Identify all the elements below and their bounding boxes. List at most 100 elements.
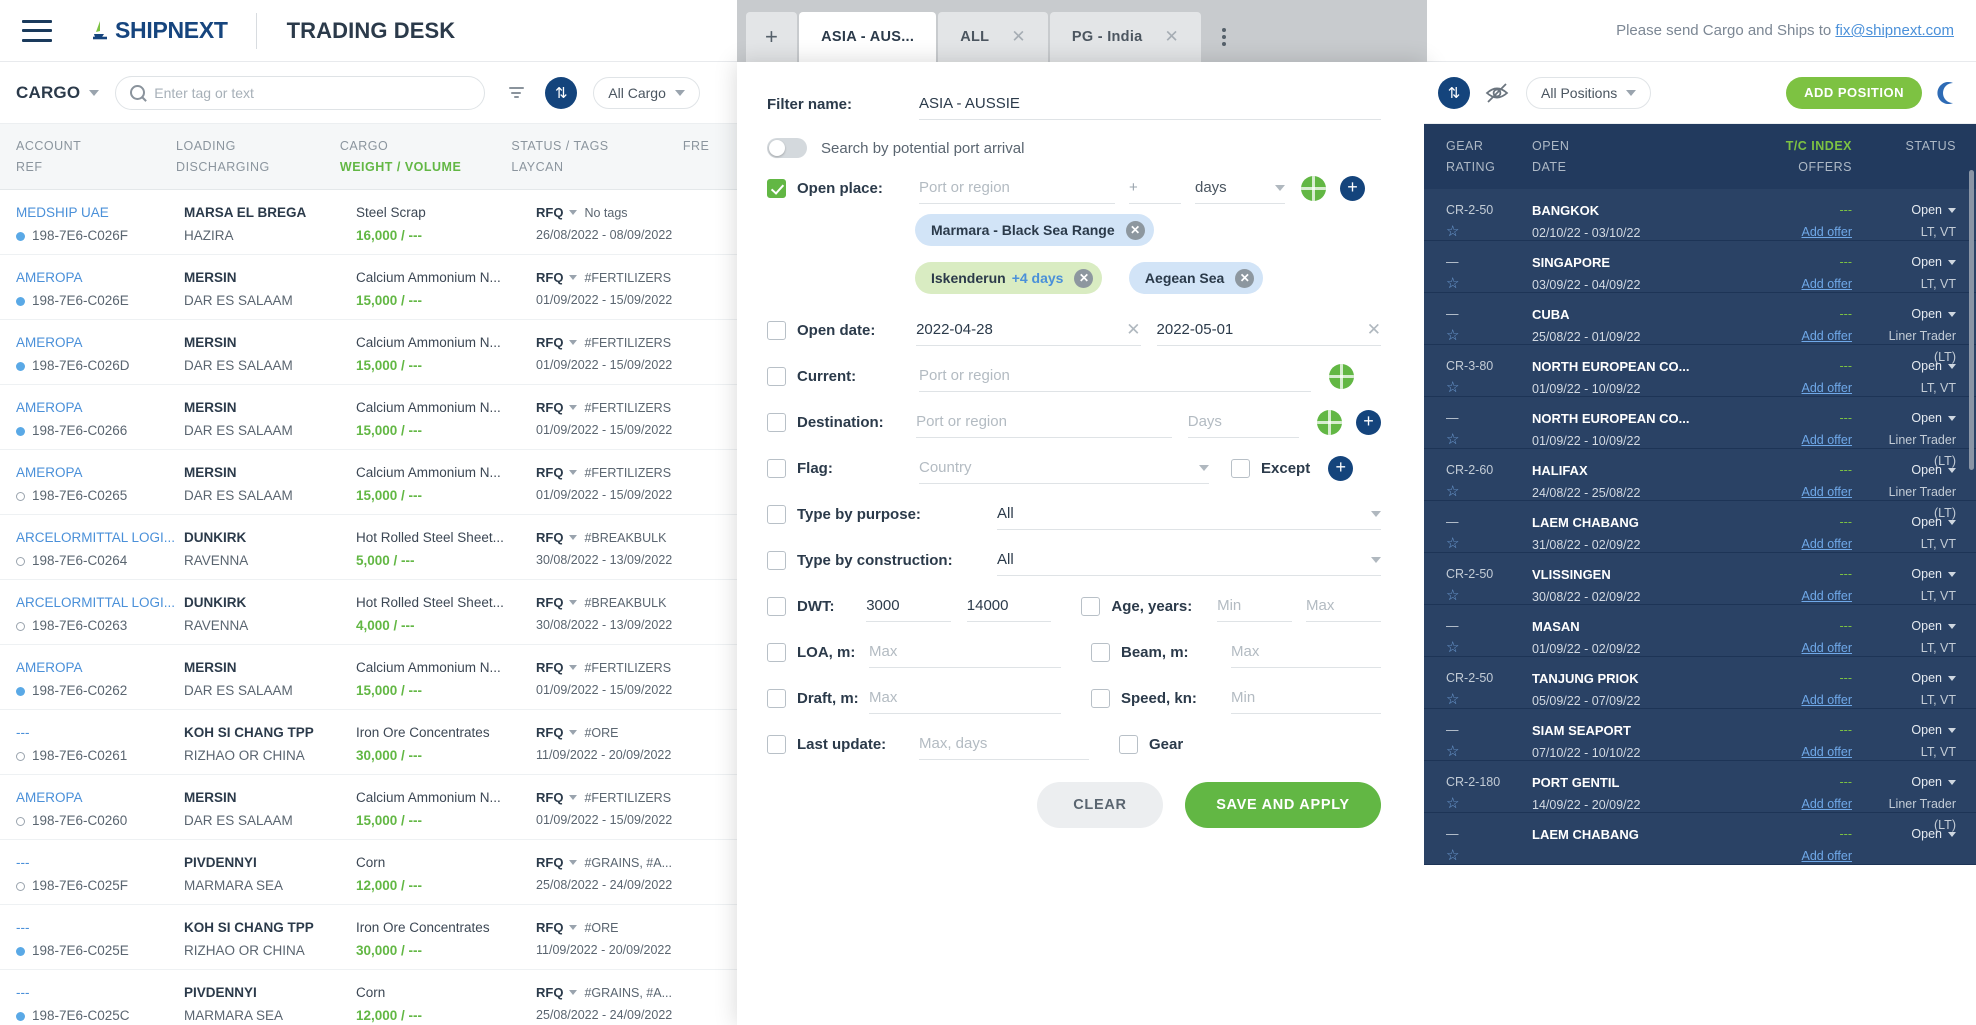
status-badge[interactable]: RFQ	[536, 985, 563, 1000]
dwt-min-input[interactable]: 3000	[866, 590, 951, 622]
table-row[interactable]: — ☆ MASAN 01/09/22 - 02/09/22 --- Add offer Op…	[1424, 605, 1976, 658]
add-offer-link[interactable]: Add offer	[1722, 378, 1852, 400]
filter-icon[interactable]	[499, 76, 533, 110]
status-badge[interactable]: RFQ	[536, 790, 563, 805]
add-offer-link[interactable]: Add offer	[1722, 586, 1852, 608]
chip-marmara[interactable]: Marmara - Black Sea Range ✕	[915, 214, 1154, 246]
table-row[interactable]: ARCELORMITTAL LOGI... 198-7E6-C0264 DUNKIR…	[0, 515, 740, 581]
current-checkbox[interactable]	[767, 366, 786, 386]
position-status[interactable]: Open	[1870, 564, 1956, 586]
add-offer-link[interactable]: Add offer	[1722, 222, 1852, 244]
beam-input[interactable]: Max	[1231, 636, 1381, 668]
sort-icon[interactable]: ⇅	[545, 76, 578, 109]
flag-select[interactable]: Country	[919, 452, 1209, 484]
table-row[interactable]: --- 198-7E6-C025C PIVDENNYI MARMARA SEA Corn…	[0, 970, 740, 1025]
age-min-input[interactable]: Min	[1217, 590, 1293, 622]
favorite-star-icon[interactable]: ☆	[1446, 534, 1532, 554]
table-row[interactable]: ARCELORMITTAL LOGI... 198-7E6-C0263 DUNKIR…	[0, 580, 740, 646]
status-badge[interactable]: RFQ	[536, 205, 563, 220]
favorite-star-icon[interactable]: ☆	[1446, 794, 1532, 814]
dwt-max-input[interactable]: 14000	[966, 590, 1052, 622]
speed-checkbox[interactable]	[1091, 688, 1110, 708]
open-place-input[interactable]: Port or region	[919, 172, 1115, 204]
add-offer-link[interactable]: Add offer	[1722, 326, 1852, 348]
favorite-star-icon[interactable]: ☆	[1446, 690, 1532, 710]
destination-checkbox[interactable]	[767, 412, 786, 432]
globe-icon[interactable]	[1329, 363, 1354, 389]
status-badge[interactable]: RFQ	[536, 920, 563, 935]
open-place-days-select[interactable]: days	[1195, 172, 1285, 204]
type-construction-select[interactable]: All	[997, 544, 1381, 576]
hamburger-icon[interactable]	[22, 19, 52, 42]
status-badge[interactable]: RFQ	[536, 660, 563, 675]
table-row[interactable]: AMEROPA 198-7E6-C0262 MERSIN DAR ES SALAAM C…	[0, 645, 740, 711]
loa-checkbox[interactable]	[767, 642, 786, 662]
position-status[interactable]: Open	[1870, 460, 1956, 482]
age-max-input[interactable]: Max	[1306, 590, 1382, 622]
chip-aegean-sea[interactable]: Aegean Sea ✕	[1128, 262, 1264, 294]
open-date-checkbox[interactable]	[767, 320, 786, 340]
cargo-type-dropdown[interactable]: CARGO	[16, 83, 100, 103]
table-row[interactable]: MEDSHIP UAE 198-7E6-C026F MARSA EL BREGA HA…	[0, 190, 740, 256]
add-offer-link[interactable]: Add offer	[1722, 690, 1852, 712]
chip-iskenderun[interactable]: Iskenderun +4 days ✕	[915, 262, 1103, 294]
filter-name-input[interactable]: ASIA - AUSSIE	[919, 88, 1381, 120]
table-row[interactable]: CR-2-180 ☆ PORT GENTIL 14/09/22 - 20/09/22 -…	[1424, 761, 1976, 832]
status-badge[interactable]: RFQ	[536, 335, 563, 350]
favorite-star-icon[interactable]: ☆	[1446, 326, 1532, 346]
add-position-button[interactable]: ADD POSITION	[1786, 76, 1922, 109]
position-status[interactable]: Open	[1870, 304, 1956, 326]
favorite-star-icon[interactable]: ☆	[1446, 482, 1532, 502]
position-status[interactable]: Open	[1870, 408, 1956, 430]
status-badge[interactable]: RFQ	[536, 725, 563, 740]
table-row[interactable]: AMEROPA 198-7E6-C0260 MERSIN DAR ES SALAAM C…	[0, 775, 740, 841]
status-badge[interactable]: RFQ	[536, 855, 563, 870]
draft-checkbox[interactable]	[767, 688, 786, 708]
flag-checkbox[interactable]	[767, 458, 786, 478]
favorite-star-icon[interactable]: ☆	[1446, 586, 1532, 606]
clear-button[interactable]: CLEAR	[1037, 782, 1163, 828]
speed-input[interactable]: Min	[1231, 682, 1381, 714]
add-offer-link[interactable]: Add offer	[1722, 742, 1852, 764]
table-row[interactable]: --- 198-7E6-C025F PIVDENNYI MARMARA SEA Corn…	[0, 840, 740, 906]
sort-icon[interactable]: ⇅	[1438, 76, 1470, 109]
open-place-plus-field[interactable]: +	[1129, 172, 1181, 204]
add-offer-link[interactable]: Add offer	[1722, 794, 1852, 816]
clear-icon[interactable]: ✕	[1126, 320, 1140, 340]
add-offer-link[interactable]: Add offer	[1722, 430, 1852, 452]
moon-icon[interactable]	[1936, 79, 1962, 106]
dwt-checkbox[interactable]	[767, 596, 786, 616]
type-purpose-select[interactable]: All	[997, 498, 1381, 530]
destination-input[interactable]: Port or region	[916, 406, 1172, 438]
tab-asia-aussie[interactable]: ASIA - AUS...	[799, 12, 937, 62]
age-checkbox[interactable]	[1081, 596, 1101, 616]
save-and-apply-button[interactable]: SAVE AND APPLY	[1185, 782, 1381, 828]
all-positions-dropdown[interactable]: All Positions	[1526, 76, 1652, 109]
position-status[interactable]: Open	[1870, 772, 1956, 794]
add-offer-link[interactable]: Add offer	[1722, 274, 1852, 296]
table-row[interactable]: — ☆ CUBA 25/08/22 - 01/09/22 --- Add offer Ope…	[1424, 293, 1976, 364]
tab-pg-india[interactable]: PG - India ✕	[1049, 12, 1202, 62]
type-construction-checkbox[interactable]	[767, 550, 786, 570]
globe-icon[interactable]	[1301, 175, 1326, 201]
favorite-star-icon[interactable]: ☆	[1446, 430, 1532, 450]
favorite-star-icon[interactable]: ☆	[1446, 638, 1532, 658]
favorite-star-icon[interactable]: ☆	[1446, 742, 1532, 762]
table-row[interactable]: — ☆ NORTH EUROPEAN CO... 01/09/22 - 10/09/2…	[1424, 397, 1976, 468]
table-row[interactable]: AMEROPA 198-7E6-C026D MERSIN DAR ES SALAAM C…	[0, 320, 740, 386]
position-status[interactable]: Open	[1870, 616, 1956, 638]
position-status[interactable]: Open	[1870, 668, 1956, 690]
position-status[interactable]: Open	[1870, 200, 1956, 222]
table-row[interactable]: AMEROPA 198-7E6-C0266 MERSIN DAR ES SALAAM C…	[0, 385, 740, 451]
position-status[interactable]: Open	[1870, 356, 1956, 378]
brand-logo[interactable]: SHIPNEXT	[86, 17, 228, 44]
positions-scrollbar[interactable]	[1969, 170, 1974, 470]
kebab-menu-icon[interactable]	[1203, 12, 1245, 62]
table-row[interactable]: AMEROPA 198-7E6-C0265 MERSIN DAR ES SALAAM C…	[0, 450, 740, 516]
open-place-checkbox[interactable]	[767, 178, 786, 198]
close-icon[interactable]: ✕	[1011, 27, 1026, 47]
clear-icon[interactable]: ✕	[1367, 320, 1381, 340]
table-row[interactable]: AMEROPA 198-7E6-C026E MERSIN DAR ES SALAAM C…	[0, 255, 740, 321]
add-open-place-button[interactable]: +	[1340, 175, 1365, 201]
remove-chip-icon[interactable]: ✕	[1235, 268, 1255, 288]
